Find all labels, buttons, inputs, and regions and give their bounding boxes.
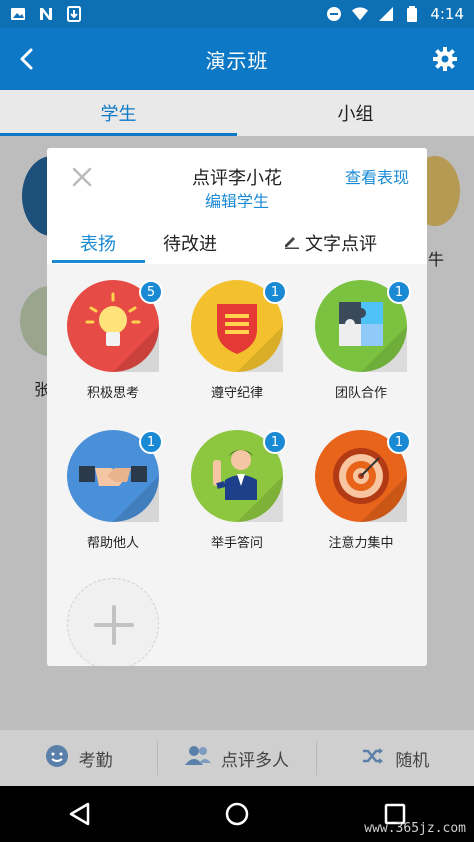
main-tabs: 学生 小组 xyxy=(0,90,474,136)
review-dialog: 点评李小花 编辑学生 查看表现 表扬 待改进 文字点评 5 积极思考 1 遵守纪… xyxy=(47,148,427,666)
count-badge: 1 xyxy=(387,430,411,454)
tab-text-review-label: 文字点评 xyxy=(305,234,377,255)
attendance-button[interactable]: 考勤 xyxy=(0,744,157,773)
tab-indicator xyxy=(52,260,145,263)
gear-icon[interactable] xyxy=(430,44,460,74)
attendance-label: 考勤 xyxy=(78,750,113,771)
praise-item-label: 团队合作 xyxy=(334,386,387,401)
praise-item-teamwork[interactable]: 1 团队合作 xyxy=(306,280,416,401)
count-badge: 1 xyxy=(263,280,287,304)
watermark: www.365jz.com xyxy=(364,821,466,836)
praise-item-label: 帮助他人 xyxy=(86,536,139,551)
shuffle-icon xyxy=(361,746,385,771)
praise-item-focus[interactable]: 1 注意力集中 xyxy=(306,430,416,551)
nav-back-icon[interactable] xyxy=(63,798,95,830)
status-bar: 4:14 xyxy=(0,0,474,28)
signal-icon xyxy=(378,6,394,22)
back-icon[interactable] xyxy=(12,44,42,74)
dialog-header: 点评李小花 编辑学生 查看表现 xyxy=(47,148,427,211)
praise-item-label: 积极思考 xyxy=(86,386,139,401)
praise-item-discipline[interactable]: 1 遵守纪律 xyxy=(182,280,292,401)
count-badge: 5 xyxy=(139,280,163,304)
add-praise-button[interactable] xyxy=(67,578,159,666)
battery-icon xyxy=(404,6,420,22)
praise-item-label: 遵守纪律 xyxy=(210,386,263,401)
dnd-icon xyxy=(326,6,342,22)
tab-text-review[interactable]: 文字点评 xyxy=(283,230,377,256)
image-icon xyxy=(10,6,26,22)
tab-groups[interactable]: 小组 xyxy=(237,90,474,136)
status-time: 4:14 xyxy=(430,5,464,23)
plus-icon xyxy=(94,605,134,645)
random-button[interactable]: 随机 xyxy=(317,746,474,771)
review-multiple-label: 点评多人 xyxy=(220,750,289,771)
system-nav-bar: www.365jz.com xyxy=(0,786,474,842)
praise-item-active-thinking[interactable]: 5 积极思考 xyxy=(58,280,168,401)
review-multiple-button[interactable]: 点评多人 xyxy=(158,745,315,772)
pencil-icon xyxy=(283,233,299,254)
page-title: 演示班 xyxy=(205,48,269,73)
view-performance-link[interactable]: 查看表现 xyxy=(345,164,409,188)
student-name: 牛 xyxy=(428,250,445,269)
wifi-icon xyxy=(352,6,369,22)
random-label: 随机 xyxy=(395,750,430,771)
praise-grid: 5 积极思考 1 遵守纪律 1 团队合作 1 帮助他人 1 举手答问 1 注意力… xyxy=(47,264,427,666)
count-badge: 1 xyxy=(263,430,287,454)
praise-item-label: 注意力集中 xyxy=(328,536,394,551)
bottom-action-bar: 考勤 点评多人 随机 xyxy=(0,730,474,786)
n-icon xyxy=(38,6,54,22)
praise-item-label: 举手答问 xyxy=(210,536,263,551)
tab-improve[interactable]: 待改进 xyxy=(163,230,217,256)
app-bar: 演示班 xyxy=(0,28,474,90)
nav-home-icon[interactable] xyxy=(221,798,253,830)
tab-praise[interactable]: 表扬 xyxy=(80,230,116,256)
smiley-icon xyxy=(45,744,69,773)
people-icon xyxy=(184,745,211,772)
dialog-tabs: 表扬 待改进 文字点评 xyxy=(47,208,427,264)
count-badge: 1 xyxy=(387,280,411,304)
praise-item-help-others[interactable]: 1 帮助他人 xyxy=(58,430,168,551)
download-icon xyxy=(66,6,82,22)
praise-item-raise-hand[interactable]: 1 举手答问 xyxy=(182,430,292,551)
tab-students[interactable]: 学生 xyxy=(0,90,237,136)
count-badge: 1 xyxy=(139,430,163,454)
